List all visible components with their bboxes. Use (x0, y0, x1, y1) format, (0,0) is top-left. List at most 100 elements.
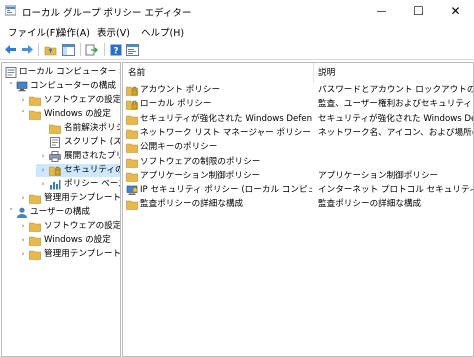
expand-chevron-icon[interactable]: › (19, 94, 27, 107)
folder-icon (126, 115, 138, 125)
tree-item-user-windows-settings[interactable]: › Windows の設定 (2, 234, 120, 247)
collapse-chevron-icon[interactable]: ˅ (7, 80, 15, 93)
tree-label: ローカル コンピューター ポリシー (19, 67, 120, 77)
folder-icon (29, 236, 41, 246)
tree-item-qos[interactable]: › ポリシー ベースの QoS (2, 178, 120, 191)
folder-icon (29, 194, 41, 204)
list-row[interactable]: ソフトウェアの制限のポリシー (123, 156, 473, 169)
user-icon (17, 207, 27, 218)
expand-chevron-icon[interactable]: › (19, 234, 27, 247)
back-button[interactable] (3, 42, 18, 57)
properties-icon (126, 43, 139, 56)
tree-item-user-software-settings[interactable]: › ソフトウェアの設定 (2, 220, 120, 233)
tree-item-computer-config[interactable]: ˅ コンピューターの構成 (2, 80, 120, 93)
menu-view[interactable]: 表示(V) (97, 25, 130, 39)
tree-label: セキュリティの設定 (64, 165, 120, 175)
column-header-description[interactable]: 説明 (314, 63, 473, 83)
policy-document-icon (5, 67, 17, 78)
menu-help[interactable]: ヘルプ(H) (141, 25, 184, 39)
script-icon (50, 137, 60, 148)
tree-item-name-resolution[interactable]: 名前解決ポリシー (2, 122, 120, 135)
up-level-button[interactable] (43, 42, 58, 57)
folder-icon (126, 172, 138, 182)
tree-item-root[interactable]: ローカル コンピューター ポリシー (2, 66, 120, 79)
tree-item-user-config[interactable]: ˅ ユーザーの構成 (2, 206, 120, 219)
expand-chevron-icon[interactable]: › (39, 178, 47, 191)
row-name: セキュリティが強化された Windows Defender ファイアウォール (140, 113, 312, 124)
minimize-button[interactable]: — (363, 0, 400, 22)
window-title: ローカル グループ ポリシー エディター (22, 8, 192, 19)
collapse-chevron-icon[interactable]: ˅ (7, 206, 15, 219)
toolbar-separator (104, 43, 105, 56)
ipsec-icon (126, 185, 138, 196)
column-header-label: 説明 (318, 68, 336, 78)
toolbar-separator (80, 43, 81, 56)
folder-icon (126, 201, 138, 211)
expand-chevron-icon[interactable]: › (39, 164, 47, 177)
list-row[interactable]: セキュリティが強化された Windows Defender ファイアウォールセキ… (123, 113, 473, 126)
folder-up-icon (44, 46, 57, 55)
row-description: ネットワーク名、アイコン、および場所のグループ ポリシー (318, 127, 473, 138)
folder-icon (29, 222, 41, 232)
printer-icon (49, 151, 61, 162)
list-row[interactable]: ローカル ポリシー 監査、ユーザー権利およびセキュリティ オプション ポリシー (123, 98, 473, 111)
maximize-button[interactable]: ☐ (400, 0, 437, 22)
list-row[interactable]: 公開キーのポリシー (123, 141, 473, 154)
list-row[interactable]: IP セキュリティ ポリシー (ローカル コンピューター) インターネット プロト… (123, 184, 473, 197)
tree-label: 名前解決ポリシー (64, 123, 120, 133)
menu-file[interactable]: ファイル(F) (8, 25, 59, 39)
row-description: 監査ポリシーの詳細な構成 (318, 199, 422, 210)
tree-item-windows-settings[interactable]: ˅ Windows の設定 (2, 108, 120, 121)
close-button[interactable]: ✕ (437, 0, 474, 22)
help-button[interactable]: ? (108, 42, 123, 57)
console-tree: ローカル コンピューター ポリシー ˅ コンピューターの構成 › ソフトウェアの… (1, 62, 121, 357)
row-name: 公開キーのポリシー (140, 142, 218, 153)
tree-label: ユーザーの構成 (30, 207, 90, 217)
row-description: セキュリティが強化された Windows Defender ファイアウォール (318, 113, 473, 124)
folder-icon (126, 129, 138, 139)
properties-button[interactable] (125, 42, 140, 57)
row-name: 監査ポリシーの詳細な構成 (140, 199, 244, 210)
row-name: ネットワーク リスト マネージャー ポリシー (140, 127, 311, 138)
tree-item-software-settings[interactable]: › ソフトウェアの設定 (2, 94, 120, 107)
computer-icon (16, 81, 28, 92)
policy-folder-icon (126, 86, 138, 96)
tree-item-admin-templates[interactable]: › 管理用テンプレート (2, 192, 120, 205)
policy-folder-icon (126, 100, 138, 111)
list-row[interactable]: 監査ポリシーの詳細な構成 監査ポリシーの詳細な構成 (123, 198, 473, 211)
security-settings-icon (49, 166, 61, 176)
close-icon: ✕ (450, 4, 461, 18)
row-name: ローカル ポリシー (140, 99, 212, 110)
collapse-chevron-icon[interactable]: ˅ (19, 108, 27, 121)
svg-text:?: ? (113, 46, 118, 56)
expand-chevron-icon[interactable]: › (19, 220, 27, 233)
folder-icon (49, 124, 61, 134)
expand-chevron-icon[interactable]: › (19, 192, 27, 205)
list-row[interactable]: アプリケーション制御ポリシー アプリケーション制御ポリシー (123, 170, 473, 183)
tree-label: コンピューターの構成 (30, 81, 116, 91)
export-icon (85, 44, 98, 55)
tree-item-security-settings-content: › セキュリティの設定 (2, 164, 120, 177)
menu-action[interactable]: 操作(A) (57, 25, 90, 39)
row-name: アプリケーション制御ポリシー (140, 170, 261, 181)
expand-chevron-icon[interactable]: › (19, 248, 27, 261)
details-list: 名前 説明 アカウント ポリシー パスワードとアカウント ロックアウトのポリシーロ… (122, 62, 474, 357)
list-row[interactable]: ネットワーク リスト マネージャー ポリシー ネットワーク名、アイコン、および場所… (123, 127, 473, 140)
tree-label: ソフトウェアの設定 (44, 221, 121, 231)
minimize-icon: — (376, 5, 387, 17)
tree-item-user-admin-templates[interactable]: › 管理用テンプレート (2, 248, 120, 261)
menu-bar: ファイル(F) 操作(A) 表示(V) ヘルプ(H) (0, 23, 474, 40)
expand-chevron-icon[interactable]: › (39, 150, 47, 163)
column-header-name[interactable]: 名前 (123, 63, 314, 83)
export-list-button[interactable] (84, 42, 99, 57)
forward-button[interactable] (20, 42, 35, 57)
forward-arrow-icon (22, 45, 33, 54)
folder-icon (126, 158, 138, 168)
folder-icon (29, 250, 41, 260)
show-hide-tree-button[interactable] (61, 42, 76, 57)
list-row[interactable]: アカウント ポリシー パスワードとアカウント ロックアウトのポリシー (123, 84, 473, 97)
tree-item-deployed-printers[interactable]: › 展開されたプリンター (2, 150, 120, 163)
column-header-label: 名前 (128, 68, 146, 78)
tree-item-scripts[interactable]: スクリプト (スタートアップ/シャットダウン) (2, 136, 120, 149)
help-icon: ? (110, 44, 121, 56)
